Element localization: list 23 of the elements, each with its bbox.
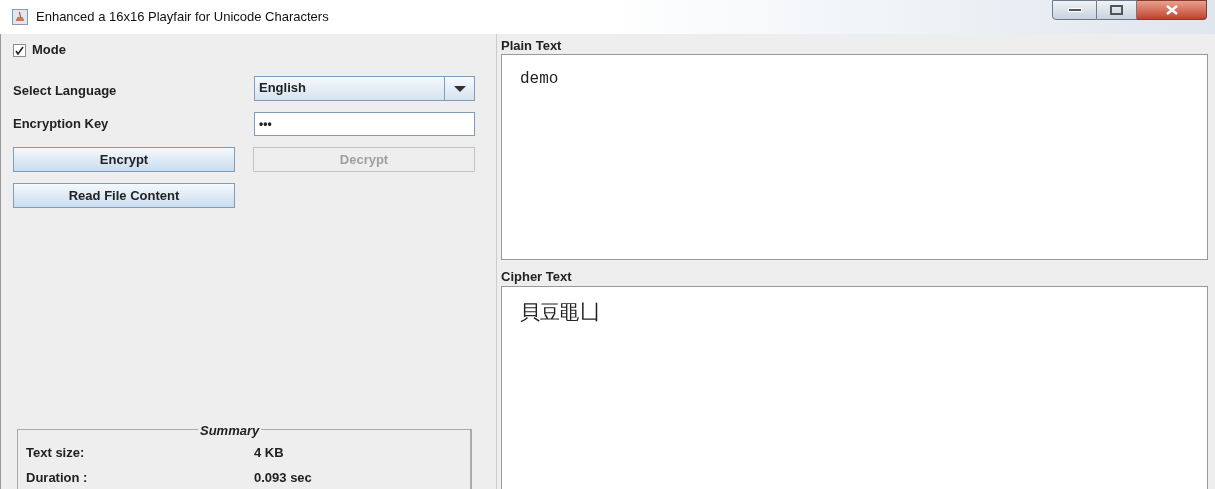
- language-dropdown[interactable]: English: [254, 76, 475, 101]
- summary-label: Duration :: [26, 468, 89, 487]
- summary-value: 4 KB: [254, 443, 284, 462]
- language-label: Select Language: [13, 81, 118, 100]
- maximize-button[interactable]: [1097, 0, 1137, 20]
- cipher-text-area[interactable]: 貝豆黽凵: [501, 286, 1208, 489]
- mode-label: Mode: [32, 41, 66, 60]
- cipher-text-label: Cipher Text: [501, 268, 573, 283]
- summary-value: 0.093 sec: [254, 468, 312, 487]
- minimize-button[interactable]: [1052, 0, 1097, 20]
- window-title: Enhanced a 16x16 Playfair for Unicode Characters: [36, 8, 329, 27]
- action-button[interactable]: Encrypt: [13, 147, 235, 172]
- close-button[interactable]: [1137, 0, 1207, 20]
- read-file-button[interactable]: Read File Content: [13, 183, 235, 208]
- close-icon: [1164, 5, 1179, 15]
- summary-label: Text size:: [26, 443, 86, 462]
- key-field[interactable]: •••: [254, 112, 475, 136]
- caret-icon: [453, 85, 466, 92]
- key-label: Encryption Key: [13, 115, 110, 134]
- plain-text-area[interactable]: demo: [501, 54, 1208, 260]
- mode-checkbox[interactable]: [13, 43, 26, 57]
- app-icon: [12, 9, 28, 25]
- plain-text-label: Plain Text: [501, 37, 563, 54]
